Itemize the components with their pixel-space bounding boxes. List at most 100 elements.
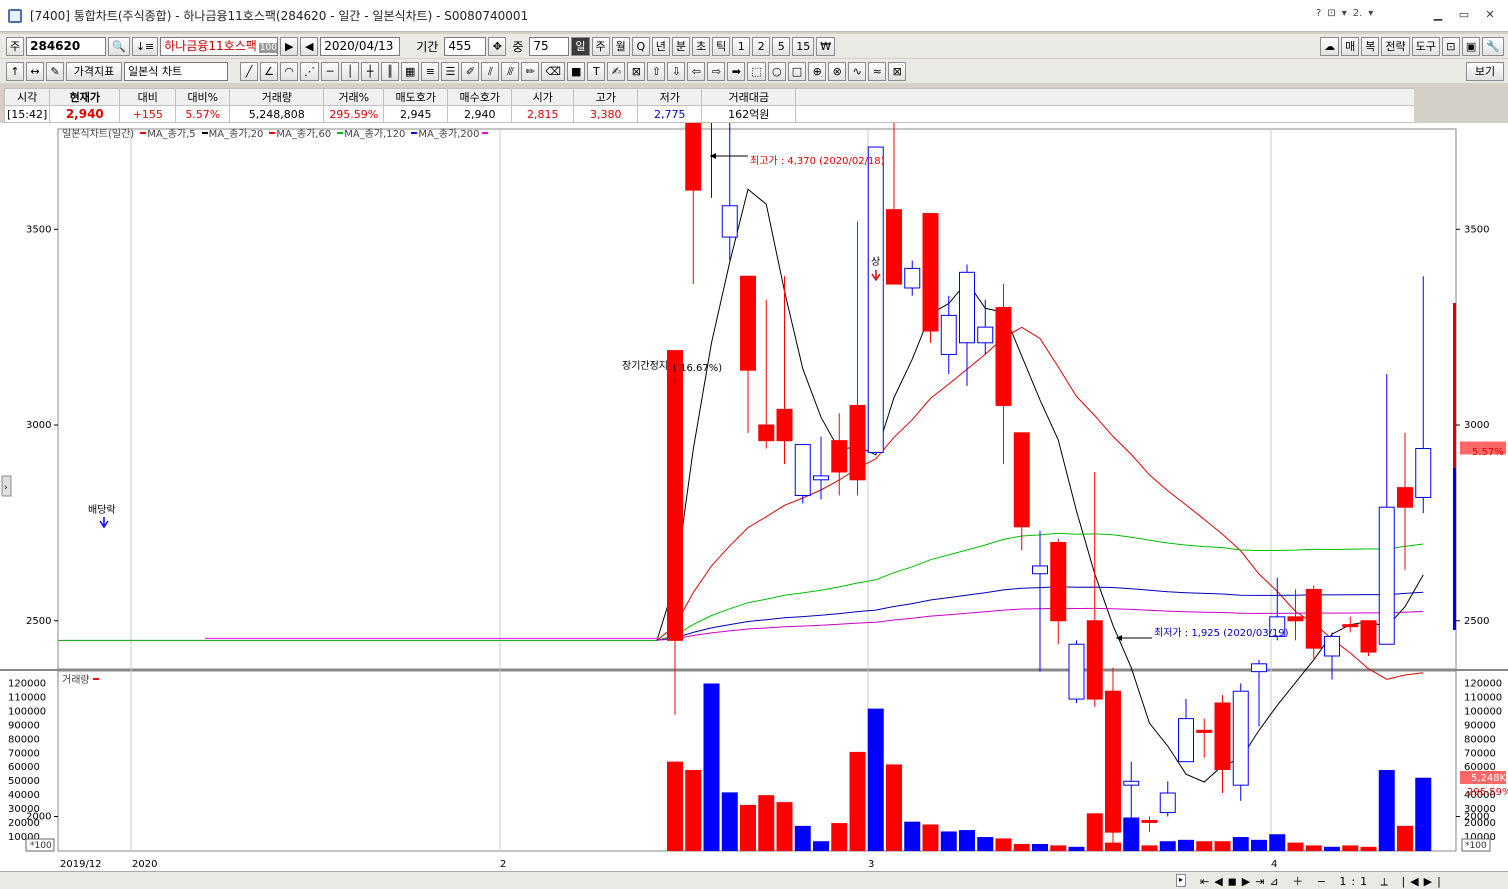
fan-tool-icon[interactable]: ⋰	[300, 61, 319, 81]
interval-minute-button[interactable]: 분	[671, 36, 691, 56]
name-badge: 100	[258, 42, 278, 53]
bottom-scroll-bar[interactable]: ▸ ⇤◀◼▶⇥⊿ ＋ − 1:1 ⟂ |◀▶|	[0, 871, 1508, 889]
quote-volume-pct: 295.59%	[323, 105, 385, 123]
circle-tool-icon[interactable]: ○	[767, 61, 786, 81]
vline-tool-icon[interactable]: │	[341, 61, 359, 81]
scroll-right-icon[interactable]: ▸	[1176, 874, 1186, 887]
move-right-icon[interactable]: ⇨	[707, 61, 726, 81]
interval-second-button[interactable]: 초	[692, 36, 711, 56]
tools-button[interactable]: 도구	[1411, 36, 1440, 56]
triple-tool-icon[interactable]: ⫻	[501, 61, 520, 81]
edit-icon[interactable]: ✎	[46, 61, 64, 81]
price-tick-right: 3500	[1464, 224, 1489, 235]
arrow-both-icon[interactable]: ↔	[26, 61, 44, 81]
move-left-icon[interactable]: ⇦	[687, 61, 706, 81]
legend-ma: MA_종가,60	[266, 125, 331, 140]
volume-legend-label: 거래량	[62, 675, 90, 686]
interval-5-button[interactable]: 5	[772, 36, 791, 56]
channel-tool-icon[interactable]: ≡	[421, 61, 440, 81]
trade-button[interactable]: 매	[1341, 36, 1360, 56]
close-icon[interactable]: ✕	[1478, 6, 1502, 24]
dropdown-icon[interactable]: ▾	[1342, 8, 1347, 19]
pencil-tool-icon[interactable]: ✏	[521, 61, 540, 81]
wave2-tool-icon[interactable]: ≈	[868, 61, 887, 81]
move-down-icon[interactable]: ⇩	[667, 61, 686, 81]
navigation-icons[interactable]: ⇤◀◼▶⇥⊿ ＋ − 1:1 ⟂ |◀▶|	[1200, 873, 1446, 889]
screen-count-icon[interactable]: 2.	[1353, 8, 1363, 19]
interval-year-button[interactable]: 년	[651, 36, 670, 56]
clear-tool-icon[interactable]: ⊠	[888, 61, 907, 81]
candle-body	[667, 350, 683, 641]
arc-tool-icon[interactable]: ◠	[280, 61, 298, 81]
interval-2-button[interactable]: 2	[752, 36, 771, 56]
move-up-icon[interactable]: ⇧	[647, 61, 666, 81]
note-tool-icon[interactable]: ✍	[607, 61, 626, 81]
grid-tool-icon[interactable]: ▦	[401, 61, 420, 81]
interval-quarter-button[interactable]: Q	[631, 36, 650, 56]
chart-area[interactable]: 2000200025002500300030003500350040004000…	[0, 0, 1508, 889]
multi-button[interactable]: 복	[1361, 36, 1380, 56]
long-halt-annotation: 장기간정지	[622, 360, 668, 372]
date-input[interactable]: 2020/04/13	[320, 36, 401, 56]
legend-ma-label: MA_종가,120	[344, 129, 406, 140]
interval-1-button[interactable]: 1	[732, 36, 751, 56]
candle-body	[959, 271, 975, 344]
chevron-down-icon[interactable]: ▾	[1368, 8, 1373, 19]
sort-icon[interactable]: ↓≡	[131, 36, 159, 56]
pen-tool-icon[interactable]: ✐	[461, 61, 480, 81]
volume-bar	[1050, 845, 1067, 851]
interval-week-button[interactable]: 주	[591, 36, 610, 56]
market-button[interactable]: 주	[6, 36, 25, 56]
price-chart[interactable]: 2000200025002500300030003500350040004000…	[0, 0, 1508, 871]
eraser-tool-icon[interactable]: ⌫	[541, 61, 565, 81]
open-icon[interactable]: ⊡	[1441, 36, 1460, 56]
forward-icon[interactable]: ➡	[727, 61, 746, 81]
zoom-fit-icon[interactable]: ✥	[488, 36, 507, 56]
box-tool-icon[interactable]: ⊠	[627, 61, 646, 81]
period-input[interactable]: 455	[444, 36, 487, 56]
prev-icon[interactable]: ◀	[300, 36, 319, 56]
volume-bar	[685, 770, 702, 851]
indicator-button[interactable]: 가격지표	[66, 61, 122, 81]
interval-tick-button[interactable]: 틱	[712, 36, 731, 56]
arrow-up-icon[interactable]: ↑	[6, 61, 24, 81]
minimize-icon[interactable]: ▁	[1426, 6, 1450, 24]
save-icon[interactable]: ▣	[1461, 36, 1481, 56]
interval-month-button[interactable]: 월	[611, 36, 630, 56]
strategy-button[interactable]: 전략	[1381, 36, 1410, 56]
hline-tool-icon[interactable]: ─	[321, 61, 339, 81]
line-tool-icon[interactable]: ╱	[240, 61, 258, 81]
stock-name-field[interactable]: 하나금융11호스팩 100	[160, 36, 279, 56]
chart-type-select[interactable]: 일본식 차트	[124, 61, 228, 81]
gann-tool-icon[interactable]: ☰	[441, 61, 460, 81]
stock-code-input[interactable]: 284620	[26, 36, 107, 56]
parallel-tool-icon[interactable]: ⫽	[481, 61, 500, 81]
volume-bar	[1141, 845, 1158, 851]
currency-button[interactable]: ₩	[816, 36, 836, 56]
cloud-icon[interactable]: ☁	[1320, 36, 1340, 56]
view-button[interactable]: 보기	[1466, 61, 1504, 81]
search-icon[interactable]: 🔍	[108, 36, 130, 56]
zoom-input[interactable]: 75	[529, 36, 570, 56]
angle-tool-icon[interactable]: ∠	[260, 61, 278, 81]
window-icon[interactable]: ⊡	[1327, 8, 1335, 19]
interval-15-button[interactable]: 15	[792, 36, 815, 56]
zoom-tool-icon[interactable]: ⊕	[808, 61, 827, 81]
wave-tool-icon[interactable]: ∿	[848, 61, 867, 81]
select-tool-icon[interactable]: ⬚	[747, 61, 766, 81]
interval-day-button[interactable]: 일	[571, 36, 590, 56]
cross-tool-icon[interactable]: ┼	[361, 61, 379, 81]
wrench-icon[interactable]: 🔧	[1482, 36, 1504, 56]
period-label: 기간	[416, 39, 439, 54]
fibo-tool-icon[interactable]: ║	[381, 61, 399, 81]
next-icon[interactable]: ▶	[280, 36, 299, 56]
zoom-color-icon[interactable]: ⊗	[828, 61, 847, 81]
volume-bar	[1013, 844, 1030, 851]
help-icon[interactable]: ?	[1316, 8, 1321, 19]
text-tool-icon[interactable]: T	[587, 61, 606, 81]
volume-bar	[1123, 817, 1140, 851]
maximize-icon[interactable]: ▭	[1452, 6, 1476, 24]
color-tool-icon[interactable]: ■	[566, 61, 586, 81]
rect-tool-icon[interactable]: □	[787, 61, 807, 81]
candle-body	[794, 444, 811, 496]
